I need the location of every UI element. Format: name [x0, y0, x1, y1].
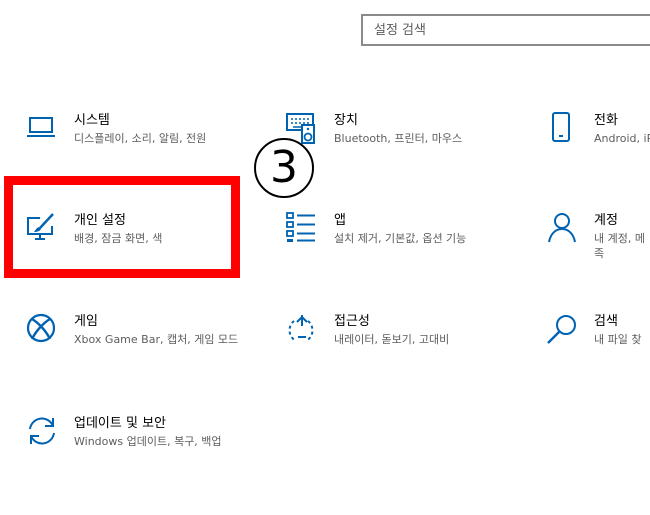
category-title: 업데이트 및 보안 [74, 416, 166, 431]
sync-icon [26, 415, 60, 449]
category-description: 내레이터, 돋보기, 고대비 [334, 333, 450, 346]
category-title: 계정 [594, 213, 618, 228]
category-title: 검색 [594, 314, 618, 329]
category-description: 내 계정, 메족 [594, 232, 645, 260]
category-personalization[interactable]: 개인 설정 배경, 잠금 화면, 색 [26, 212, 216, 256]
category-title: 장치 [334, 113, 358, 128]
category-ease-of-access[interactable]: 접근성 내레이터, 돋보기, 고대비 [286, 313, 506, 357]
category-description: 디스플레이, 소리, 알림, 전원 [74, 132, 207, 145]
category-gaming[interactable]: 게임 Xbox Game Bar, 캡처, 게임 모드 [26, 313, 239, 365]
category-description: Bluetooth, 프린터, 마우스 [334, 132, 463, 145]
category-description: Xbox Game Bar, 캡처, 게임 모드 [74, 333, 239, 346]
category-search[interactable]: 검색 내 파일 찾 [546, 313, 650, 357]
xbox-icon [26, 313, 60, 347]
laptop-icon [26, 112, 60, 146]
category-description: Windows 업데이트, 복구, 백업 [74, 435, 222, 448]
category-description: Android, iP [594, 132, 650, 145]
category-title: 접근성 [334, 314, 370, 329]
settings-search-input[interactable] [363, 16, 650, 44]
category-description: 설치 제거, 기본값, 옵션 기능 [334, 232, 467, 245]
category-accounts[interactable]: 계정 내 계정, 메족 [546, 212, 650, 264]
category-apps[interactable]: 앱 설치 제거, 기본값, 옵션 기능 [286, 212, 506, 256]
phone-icon [546, 112, 580, 146]
category-title: 시스템 [74, 113, 110, 128]
search-icon [546, 313, 580, 347]
category-title: 전화 [594, 113, 618, 128]
category-description: 배경, 잠금 화면, 색 [74, 232, 163, 245]
category-description: 내 파일 찾 [594, 333, 642, 346]
category-title: 게임 [74, 314, 98, 329]
keyboard-speaker-icon [286, 112, 320, 146]
apps-list-icon [286, 212, 320, 246]
ease-of-access-icon [286, 313, 320, 347]
settings-search-box[interactable] [361, 14, 650, 46]
person-icon [546, 212, 580, 246]
category-title: 개인 설정 [74, 213, 126, 228]
paint-monitor-icon [26, 212, 60, 246]
category-phone[interactable]: 전화 Android, iP [546, 112, 650, 156]
category-update-security[interactable]: 업데이트 및 보안 Windows 업데이트, 복구, 백업 [26, 415, 246, 459]
category-system[interactable]: 시스템 디스플레이, 소리, 알림, 전원 [26, 112, 236, 156]
category-title: 앱 [334, 213, 346, 228]
category-devices[interactable]: 장치 Bluetooth, 프린터, 마우스 [286, 112, 506, 156]
